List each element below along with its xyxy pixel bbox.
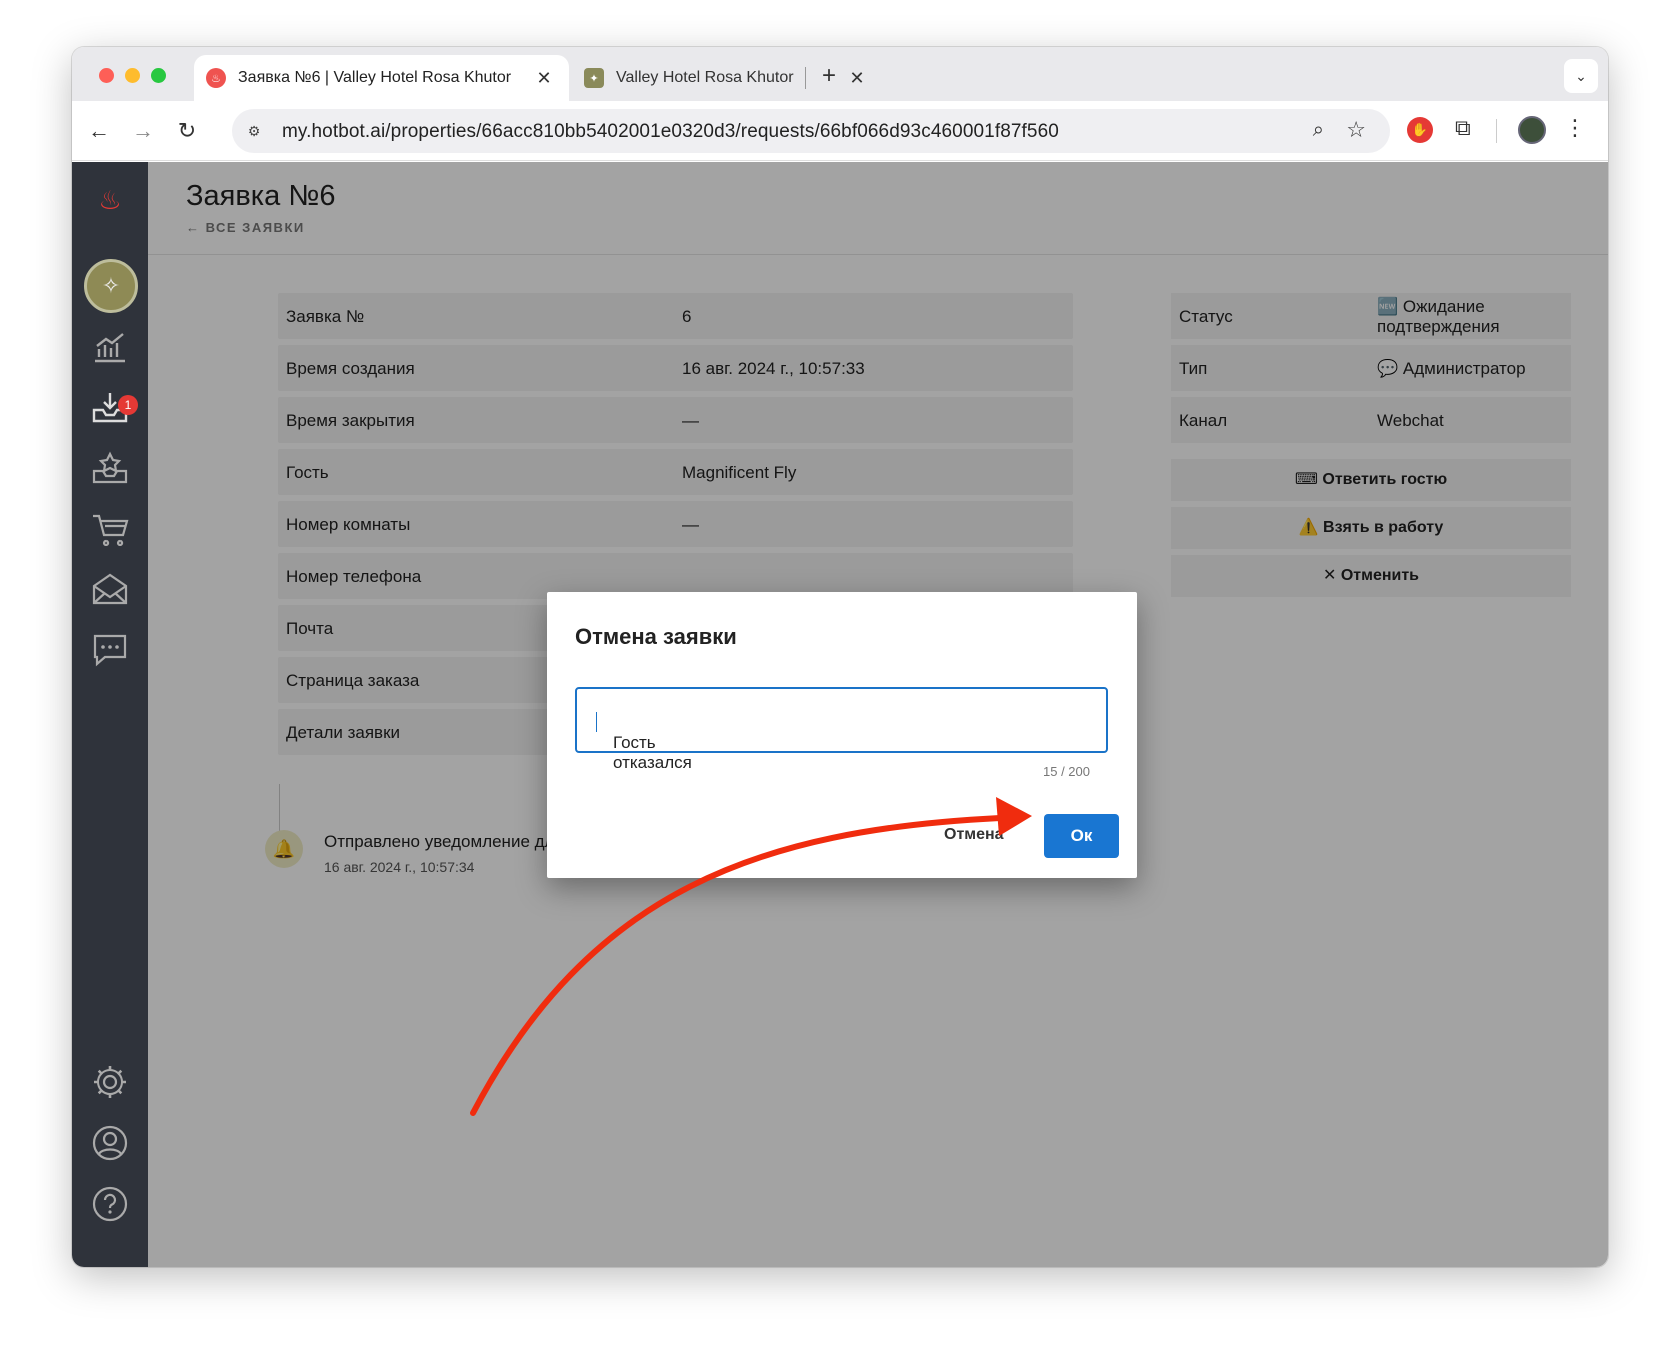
extension-red-icon[interactable]: ✋ <box>1407 117 1433 143</box>
hotbot-logo-icon[interactable]: ♨ <box>72 177 148 223</box>
close-tab-icon[interactable]: ✕ <box>844 68 870 89</box>
url-text[interactable]: my.hotbot.ai/properties/66acc810bb540200… <box>282 121 1059 143</box>
page: ♨ ✧ 1 Заявка №6 ← ВСЕ ЗАЯВКИ Заявка № 6 … <box>72 162 1608 1267</box>
zoom-icon[interactable]: ⌕ <box>1313 119 1324 142</box>
mail-icon[interactable] <box>72 566 148 612</box>
toolbar-separator <box>1496 119 1497 143</box>
tab-title: Valley Hotel Rosa Khutor <box>616 69 794 86</box>
cancel-reason-value[interactable]: Гость отказался <box>595 711 692 772</box>
settings-icon[interactable] <box>72 1059 148 1105</box>
browser-window: ♨ Заявка №6 | Valley Hotel Rosa Khutor ✕… <box>72 47 1608 1267</box>
bookmark-star-icon[interactable]: ☆ <box>1346 117 1366 143</box>
cancel-reason-input[interactable]: Гость отказался <box>575 687 1108 772</box>
hotel-avatar[interactable]: ✧ <box>84 259 138 313</box>
close-window-button[interactable] <box>99 68 114 83</box>
analytics-icon[interactable] <box>72 324 148 370</box>
reload-icon[interactable]: ↻ <box>172 116 202 146</box>
forward-icon[interactable]: → <box>128 116 158 146</box>
browser-menu-icon[interactable]: ⋮ <box>1564 115 1586 141</box>
chat-icon[interactable] <box>72 627 148 673</box>
tab-request-6[interactable]: ♨ Заявка №6 | Valley Hotel Rosa Khutor ✕ <box>194 55 569 101</box>
back-icon[interactable]: ← <box>84 116 114 146</box>
site-settings-icon[interactable]: ⚙ <box>244 121 264 141</box>
profile-icon[interactable] <box>72 1120 148 1166</box>
profile-avatar[interactable] <box>1518 116 1546 144</box>
tab-separator <box>805 67 806 89</box>
character-counter: 15 / 200 <box>1043 764 1090 779</box>
cart-icon[interactable] <box>72 506 148 552</box>
dialog-ok-button[interactable]: Ок <box>1044 814 1119 858</box>
hotbot-favicon-icon: ♨ <box>206 68 226 88</box>
new-tab-button[interactable]: + <box>814 61 844 91</box>
cancel-request-dialog: Отмена заявки Гость отказался 15 / 200 О… <box>547 592 1137 878</box>
help-icon[interactable] <box>72 1181 148 1227</box>
address-bar[interactable]: ⚙ my.hotbot.ai/properties/66acc810bb5402… <box>232 109 1390 153</box>
inbox-badge: 1 <box>118 395 138 415</box>
maximize-window-button[interactable] <box>151 68 166 83</box>
minimize-window-button[interactable] <box>125 68 140 83</box>
dialog-title: Отмена заявки <box>575 624 737 649</box>
tab-search-button[interactable]: ⌄ <box>1564 59 1598 93</box>
extensions-puzzle-icon[interactable]: ⧉ <box>1455 115 1471 141</box>
reviews-icon[interactable] <box>72 445 148 491</box>
close-tab-icon[interactable]: ✕ <box>531 68 557 89</box>
browser-toolbar: ← → ↻ ⚙ my.hotbot.ai/properties/66acc810… <box>72 101 1608 161</box>
text-caret <box>596 711 597 732</box>
hotel-favicon-icon: ✦ <box>584 68 604 88</box>
dialog-cancel-button[interactable]: Отмена <box>944 826 1004 844</box>
tab-title: Заявка №6 | Valley Hotel Rosa Khutor <box>238 69 512 86</box>
tab-strip: ♨ Заявка №6 | Valley Hotel Rosa Khutor ✕… <box>72 47 1608 101</box>
sidebar: ♨ ✧ 1 <box>72 162 148 1267</box>
